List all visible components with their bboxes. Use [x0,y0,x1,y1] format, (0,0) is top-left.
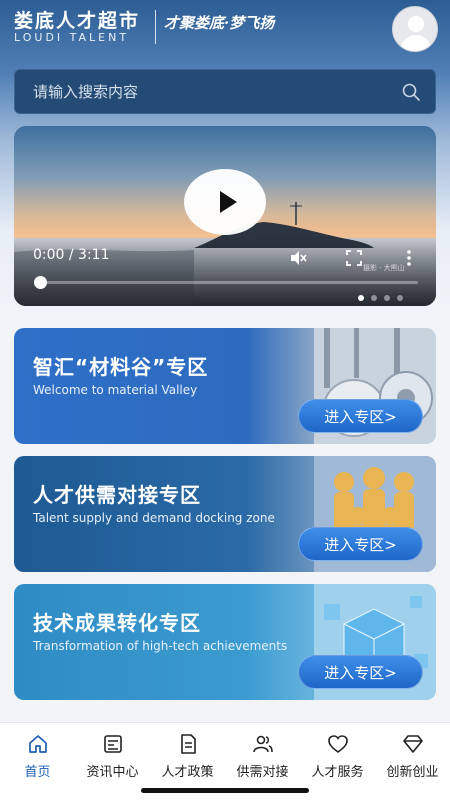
policy-icon [180,734,196,754]
enter-zone-button[interactable]: 进入专区> [298,655,423,689]
zone-card-material-valley[interactable]: 智汇“材料谷”专区 Welcome to material Valley 进入专… [14,328,436,444]
video-watermark: 摄影 · 大熊山 [363,264,405,272]
tab-innovation[interactable]: 创新创业 [375,733,450,783]
video-time: 0:00 / 3:11 [33,247,110,263]
carousel-dot[interactable] [397,295,403,301]
diamond-icon [402,735,423,753]
people-icon [252,735,273,753]
home-icon [28,735,47,753]
tab-label: 资讯中心 [86,765,139,780]
enter-zone-button[interactable]: 进入专区> [298,399,423,433]
tab-home[interactable]: 首页 [0,733,75,783]
zone-card-tech-transformation[interactable]: 技术成果转化专区 Transformation of high-tech ach… [14,584,436,700]
carousel-dot[interactable] [384,295,390,301]
tab-news[interactable]: 资讯中心 [75,733,150,783]
play-icon [220,191,237,213]
tab-supply-demand[interactable]: 供需对接 [225,733,300,783]
carousel-dots [358,286,410,301]
logo-divider [155,10,156,44]
logo-subtitle: LOUDI TALENT [14,31,130,44]
enter-zone-button[interactable]: 进入专区> [298,527,423,561]
play-button[interactable] [184,169,266,235]
zone-title: 技术成果转化专区 [33,611,201,635]
fullscreen-icon[interactable] [345,249,363,267]
avatar[interactable] [392,6,438,52]
video-progress-bar[interactable] [36,281,418,284]
tab-label: 人才政策 [161,765,214,780]
search-bar[interactable] [14,69,436,114]
tab-label: 人才服务 [311,765,364,780]
zone-card-talent-supply[interactable]: 人才供需对接专区 Talent supply and demand dockin… [14,456,436,572]
tab-label: 创新创业 [386,765,439,780]
search-icon[interactable] [401,82,421,102]
zone-subtitle: Welcome to material Valley [33,383,198,397]
tab-policy[interactable]: 人才政策 [150,733,225,783]
video-player[interactable]: 0:00 / 3:11 摄影 · 大熊山 [14,126,436,306]
zone-subtitle: Transformation of high-tech achievements [33,639,288,653]
slogan: 才聚娄底·梦飞扬 [164,14,275,32]
video-progress-knob[interactable] [34,276,47,289]
app-header: 娄底人才超市 LOUDI TALENT 才聚娄底·梦飞扬 [0,0,450,62]
carousel-dot[interactable] [358,295,364,301]
mute-icon[interactable] [289,249,307,267]
tab-label: 供需对接 [236,765,289,780]
avatar-body-shape [400,35,432,51]
avatar-head-shape [408,16,424,32]
zone-title: 智汇“材料谷”专区 [33,355,209,379]
carousel-dot[interactable] [371,295,377,301]
home-indicator [141,788,309,793]
news-icon [103,735,122,753]
zone-title: 人才供需对接专区 [33,483,201,507]
tab-label: 首页 [24,765,51,780]
zone-subtitle: Talent supply and demand docking zone [33,511,275,525]
tab-talent-service[interactable]: 人才服务 [300,733,375,783]
search-input[interactable] [15,70,395,113]
logo-title: 娄底人才超市 [14,10,141,32]
heart-icon [327,735,348,753]
